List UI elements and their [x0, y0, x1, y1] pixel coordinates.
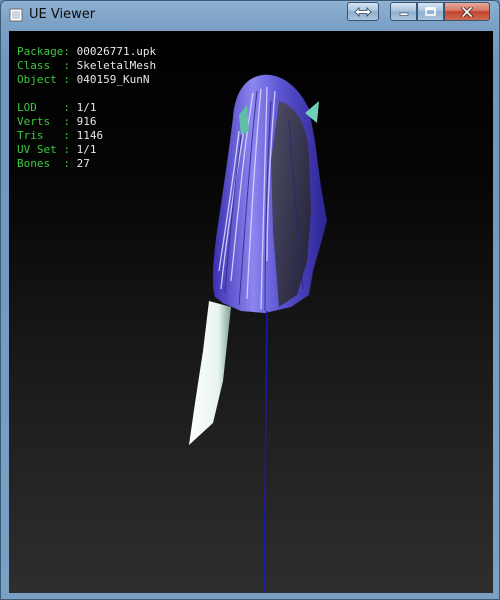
tris-value: 1146 — [76, 129, 104, 142]
maximize-icon — [425, 7, 436, 16]
3d-viewport[interactable]: Package: 00026771.upk Class : SkeletalMe… — [9, 31, 493, 593]
info-row-verts: Verts : 916 — [17, 115, 156, 129]
object-value: 040159_KunN — [76, 73, 150, 86]
title-bar[interactable]: UE Viewer — [1, 1, 500, 29]
verts-label: Verts : — [17, 115, 77, 128]
window-title: UE Viewer — [29, 7, 96, 22]
lod-value: 1/1 — [76, 101, 97, 114]
swap-icon — [354, 6, 372, 17]
info-row-uvset: UV Set : 1/1 — [17, 143, 156, 157]
uvset-value: 1/1 — [76, 143, 97, 156]
info-row-tris: Tris : 1146 — [17, 129, 156, 143]
swap-button[interactable] — [347, 2, 379, 21]
bones-label: Bones : — [17, 157, 77, 170]
class-label: Class : — [17, 59, 77, 72]
package-value: 00026771.upk — [76, 45, 157, 58]
uvset-label: UV Set : — [17, 143, 77, 156]
mesh-info-panel: Package: 00026771.upk Class : SkeletalMe… — [17, 45, 156, 171]
info-row-object: Object : 040159_KunN — [17, 73, 156, 87]
info-row-class: Class : SkeletalMesh — [17, 59, 156, 73]
bones-value: 27 — [76, 157, 90, 170]
maximize-button[interactable] — [417, 2, 444, 21]
object-label: Object : — [17, 73, 77, 86]
minimize-icon — [399, 12, 408, 16]
close-icon — [461, 6, 473, 17]
verts-value: 916 — [76, 115, 97, 128]
blade-shape — [189, 301, 231, 445]
package-label: Package: — [17, 45, 77, 58]
app-icon — [9, 8, 23, 22]
bone-line — [263, 310, 268, 593]
info-row-lod: LOD : 1/1 — [17, 101, 156, 115]
info-row-bones: Bones : 27 — [17, 157, 156, 171]
lod-label: LOD : — [17, 101, 77, 114]
info-row-package: Package: 00026771.upk — [17, 45, 156, 59]
tris-label: Tris : — [17, 129, 77, 142]
class-value: SkeletalMesh — [76, 59, 157, 72]
minimize-button[interactable] — [390, 2, 417, 21]
app-window: UE Viewer Package: 00026771.upk Class: … — [0, 0, 500, 600]
close-button[interactable] — [444, 2, 490, 21]
